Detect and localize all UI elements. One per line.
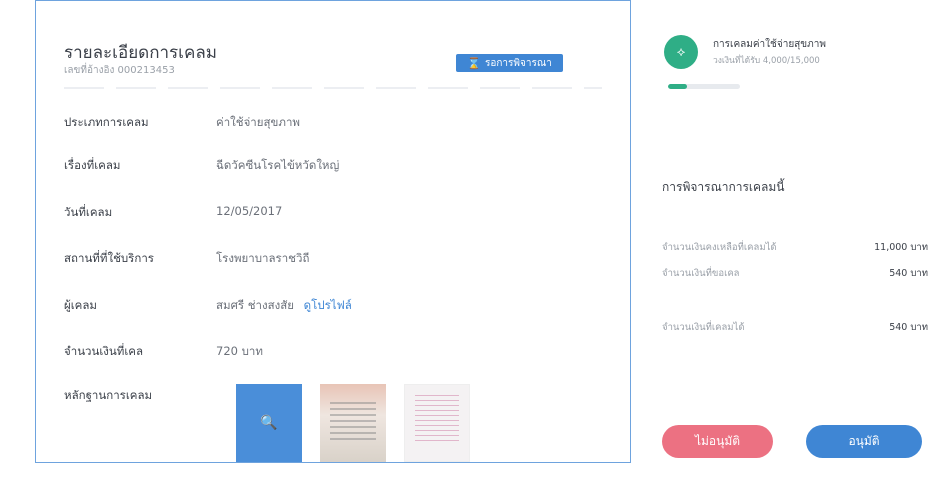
row-value: 720 บาท xyxy=(216,344,263,358)
budget-progress-bar xyxy=(668,84,740,89)
row-label: วันที่เคลม xyxy=(64,205,113,219)
row-value: 12/05/2017 xyxy=(216,204,283,218)
divider xyxy=(64,87,602,89)
row-label: สถานที่ที่ใช้บริการ xyxy=(64,251,154,265)
summary-row-remaining: จำนวนเงินคงเหลือที่เคลมได้ 11,000 บาท xyxy=(662,240,928,255)
summary-row-amount: 540 บาท xyxy=(889,268,928,279)
row-value: ค่าใช้จ่ายสุขภาพ xyxy=(216,115,301,129)
status-label: รอการพิจารณา xyxy=(484,57,552,69)
summary-row-requested: จำนวนเงินที่ขอเคล 540 บาท xyxy=(662,266,928,281)
summary-row-label: จำนวนเงินที่ขอเคล xyxy=(662,268,740,279)
zoom-icon: 🔍 xyxy=(260,415,278,431)
summary-row-amount: 11,000 บาท xyxy=(874,242,928,253)
status-badge: ⌛ รอการพิจารณา xyxy=(456,54,563,72)
evidence-thumbnail-zoom[interactable]: 🔍 xyxy=(236,384,302,462)
evidence-gallery: 🔍 xyxy=(236,384,470,462)
hourglass-icon: ⌛ xyxy=(467,56,481,70)
claim-detail-card: รายละเอียดการเคลม เลขที่อ้างอิง 00021345… xyxy=(35,0,631,463)
dumbbell-icon: ⟡ xyxy=(664,35,698,69)
summary-claim-type: การเคลมค่าใช้จ่ายสุขภาพ xyxy=(713,39,826,50)
summary-row-label: จำนวนเงินที่เคลมได้ xyxy=(662,322,745,333)
row-label: ผู้เคลม xyxy=(64,298,97,312)
row-label: จำนวนเงินที่เคล xyxy=(64,344,144,358)
row-value: ฉีดวัคซีนโรคไข้หวัดใหญ่ xyxy=(216,158,340,172)
reject-button[interactable]: ไม่อนุมัติ xyxy=(662,425,773,458)
summary-row-amount: 540 บาท xyxy=(889,322,928,333)
summary-row-approvable: จำนวนเงินที่เคลมได้ 540 บาท xyxy=(662,320,928,335)
summary-row-label: จำนวนเงินคงเหลือที่เคลมได้ xyxy=(662,242,777,253)
evidence-thumbnail[interactable] xyxy=(320,384,386,462)
page-title: รายละเอียดการเคลม xyxy=(64,43,217,63)
row-value: สมศรี ช่างสงสัย ดูโปรไฟล์ xyxy=(216,297,352,315)
view-profile-link[interactable]: ดูโปรไฟล์ xyxy=(304,298,352,312)
row-label: หลักฐานการเคลม xyxy=(64,388,153,402)
budget-progress-fill xyxy=(668,84,688,89)
row-label: ประเภทการเคลม xyxy=(64,115,149,129)
row-label: เรื่องที่เคลม xyxy=(64,158,121,172)
approve-button[interactable]: อนุมัติ xyxy=(806,425,922,458)
summary-budget: วงเงินที่ได้รับ 4,000/15,000 xyxy=(713,56,820,66)
evidence-thumbnail[interactable] xyxy=(404,384,470,462)
claimant-name: สมศรี ช่างสงสัย xyxy=(216,298,295,312)
row-value: โรงพยาบาลราชวิถี xyxy=(216,251,310,265)
reference-number: เลขที่อ้างอิง 000213453 xyxy=(64,65,175,76)
summary-heading: การพิจารณาการเคลมนี้ xyxy=(662,180,785,194)
